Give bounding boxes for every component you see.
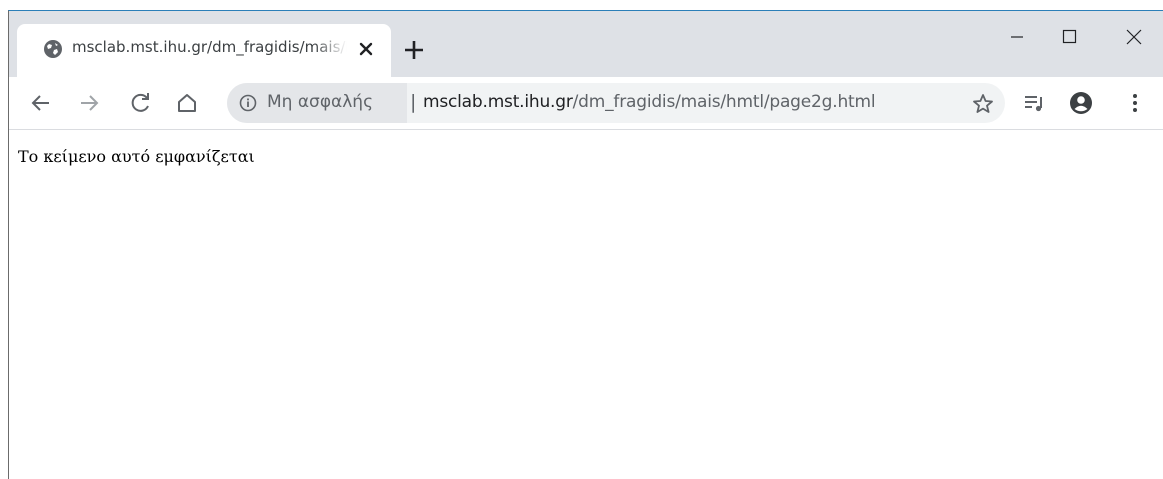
url-path: /dm_fragidis/mais/hmtl/page2g.html bbox=[572, 92, 876, 112]
media-queue-icon[interactable] bbox=[1020, 89, 1048, 117]
window-close-icon[interactable] bbox=[1114, 23, 1154, 51]
url-host: msclab.mst.ihu.gr bbox=[423, 92, 573, 112]
browser-window: msclab.mst.ihu.gr/dm_fragidis/mais/hmtl/… bbox=[8, 10, 1163, 479]
tab-title: msclab.mst.ihu.gr/dm_fragidis/mais/hmtl/… bbox=[72, 38, 347, 56]
arrow-left-icon[interactable] bbox=[27, 89, 55, 117]
active-tab[interactable]: msclab.mst.ihu.gr/dm_fragidis/mais/hmtl/… bbox=[17, 24, 391, 77]
star-icon[interactable] bbox=[971, 92, 995, 116]
browser-toolbar: Μη ασφαλής | msclab.mst.ihu.gr/dm_fragid… bbox=[9, 77, 1163, 130]
account-icon[interactable] bbox=[1067, 89, 1095, 117]
url-text[interactable]: msclab.mst.ihu.gr/dm_fragidis/mais/hmtl/… bbox=[423, 92, 876, 112]
reload-icon[interactable] bbox=[127, 89, 155, 117]
maximize-icon[interactable] bbox=[1049, 23, 1089, 51]
info-icon bbox=[239, 94, 257, 112]
security-chip[interactable]: Μη ασφαλής bbox=[227, 83, 407, 123]
security-label: Μη ασφαλής bbox=[267, 92, 374, 112]
arrow-right-icon[interactable] bbox=[75, 89, 103, 117]
title-bar: msclab.mst.ihu.gr/dm_fragidis/mais/hmtl/… bbox=[9, 11, 1163, 77]
separator: | bbox=[410, 91, 417, 113]
kebab-menu-icon[interactable] bbox=[1121, 89, 1149, 117]
minimize-icon[interactable] bbox=[997, 23, 1037, 51]
address-bar[interactable]: Μη ασφαλής | msclab.mst.ihu.gr/dm_fragid… bbox=[227, 83, 1005, 123]
page-content: Το κείμενο αυτό εμφανίζεται bbox=[9, 131, 1163, 479]
home-icon[interactable] bbox=[173, 89, 201, 117]
globe-icon bbox=[44, 40, 62, 58]
page-text: Το κείμενο αυτό εμφανίζεται bbox=[18, 147, 255, 166]
plus-icon[interactable] bbox=[401, 37, 427, 63]
close-icon[interactable] bbox=[355, 38, 377, 60]
